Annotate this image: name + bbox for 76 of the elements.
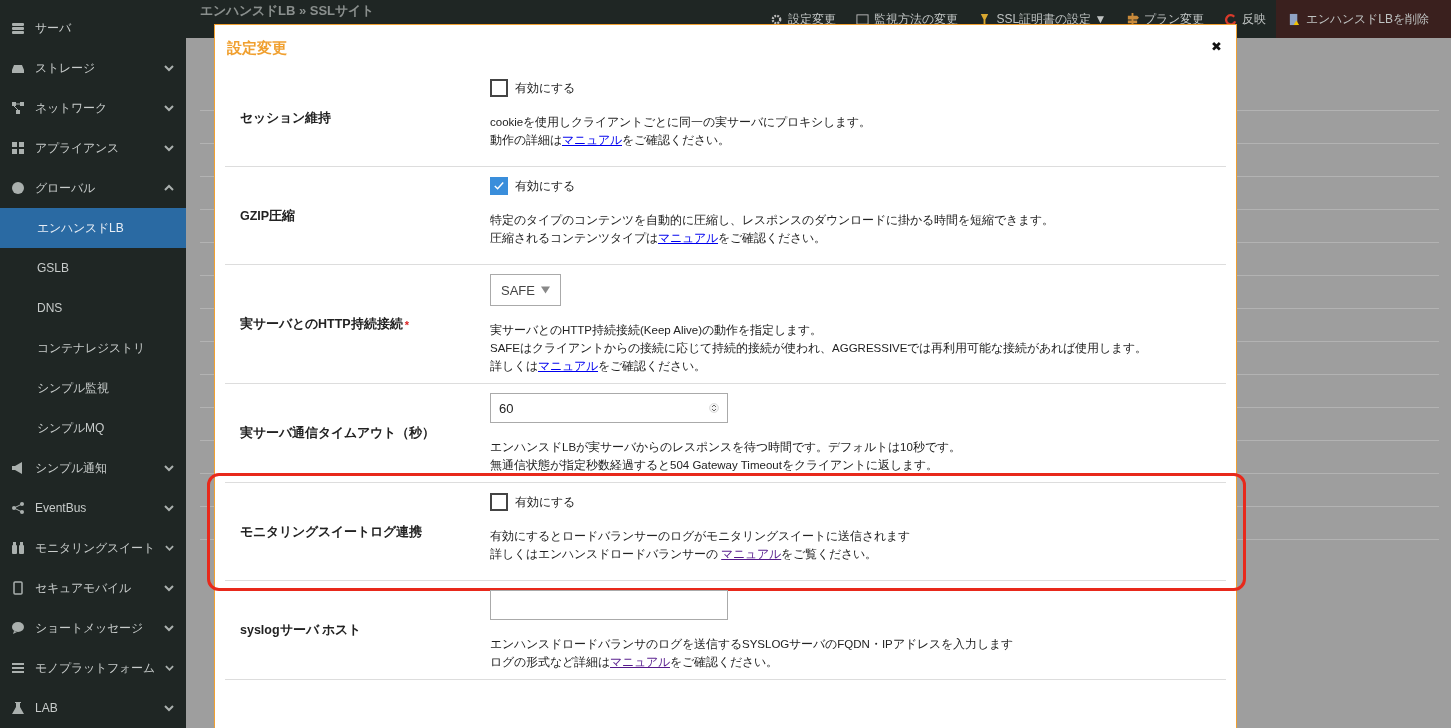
flask-icon xyxy=(11,701,25,715)
help-text: エンハンスドロードバランサのログを送信するSYSLOGサーバのFQDN・IPアドレスを入力します xyxy=(490,637,1014,652)
required-mark: * xyxy=(404,318,409,331)
sidebar-item[interactable]: モノプラットフォーム xyxy=(0,648,186,688)
sidebar-item[interactable]: セキュアモバイル xyxy=(0,568,186,608)
field-label: 実サーバ通信タイムアウト（秒） xyxy=(239,424,436,442)
sidebar-item[interactable]: EventBus xyxy=(0,488,186,528)
help-text: 詳しくはエンハンスドロードバランサーの マニュアルをご覧ください。 xyxy=(490,547,879,562)
refresh-icon xyxy=(1224,12,1238,26)
breadcrumb: エンハンスドLB » SSLサイト xyxy=(200,2,375,20)
help-text: SAFEはクライアントからの接続に応じて持続的接続が使われ、AGGRESSIVEでは再利用可能な接続があれば使用します。 xyxy=(490,341,1149,357)
field-label: モニタリングスイートログ連携 xyxy=(239,523,423,541)
stack-icon xyxy=(11,661,25,675)
sidebar-subitem[interactable]: シンプル監視 xyxy=(0,368,186,408)
sidebar-item[interactable]: サーバ xyxy=(0,8,186,48)
toolbar-button[interactable]: 監視方法の変更 xyxy=(846,0,969,38)
chat-bubble-icon xyxy=(11,621,25,635)
caret-icon xyxy=(540,286,550,294)
field-label: 実サーバとのHTTP持続接続 * xyxy=(239,315,410,333)
help-text: 実サーバとのHTTP持続接続(Keep Alive)の動作を指定します。 xyxy=(490,323,824,338)
phone-icon xyxy=(11,581,25,595)
help-text: 特定のタイプのコンテンツを自動的に圧縮し、レスポンスのダウンロードに掛かる時間を短縮できます。 xyxy=(490,213,1055,228)
checkbox-label: 有効にする xyxy=(515,493,575,511)
help-text: 有効にするとロードバランサーのログがモニタリングスイートに送信されます xyxy=(490,529,911,544)
binoculars-icon xyxy=(11,541,25,555)
help-text: 動作の詳細はマニュアルをご確認ください。 xyxy=(490,133,731,148)
help-text: 圧縮されるコンテンツタイプはマニュアルをご確認ください。 xyxy=(490,231,827,246)
sidebar-item[interactable]: ネットワーク xyxy=(0,88,186,128)
help-text: ログの形式など詳細はマニュアルをご確認ください。 xyxy=(490,655,779,671)
network-icon xyxy=(11,101,25,115)
toolbar-button[interactable]: 反映 xyxy=(1214,0,1277,38)
sidebar-subitem[interactable]: シンプルMQ xyxy=(0,408,186,448)
spinner-icon xyxy=(709,401,719,415)
checkbox[interactable] xyxy=(490,177,508,195)
field-label: GZIP圧縮 xyxy=(239,207,297,225)
help-text: 詳しくはマニュアルをご確認ください。 xyxy=(490,359,707,374)
toolbar-button[interactable]: エンハンスドLBを削除 xyxy=(1276,0,1451,38)
field-label: セッション維持 xyxy=(239,109,332,127)
manual-link[interactable]: マニュアル xyxy=(538,360,598,372)
sidebar-item[interactable]: LAB xyxy=(0,688,186,728)
monitor-icon xyxy=(856,12,870,26)
help-text: cookieを使用しクライアントごとに同一の実サーバにプロキシします。 xyxy=(490,115,873,130)
sidebar-subitem[interactable]: DNS xyxy=(0,288,186,328)
sidebar-item[interactable]: ストレージ xyxy=(0,48,186,88)
help-text: エンハンスドLBが実サーバからのレスポンスを待つ時間です。デフォルトは10秒です。 xyxy=(490,440,962,455)
checkbox[interactable] xyxy=(490,493,508,511)
text-input-field[interactable] xyxy=(490,590,728,620)
close-button[interactable]: ✖ xyxy=(1211,39,1222,54)
sidebar-item[interactable]: アプライアンス xyxy=(0,128,186,168)
toolbar-button[interactable]: SSL証明書の設定 ▼ xyxy=(968,0,1117,38)
sidebar-subitem[interactable]: GSLB xyxy=(0,248,186,288)
megaphone-icon xyxy=(11,461,25,475)
sidebar-item[interactable]: ショートメッセージ xyxy=(0,608,186,648)
field-label: syslogサーバ ホスト xyxy=(239,622,363,639)
sidebar-subitem[interactable]: コンテナレジストリ xyxy=(0,328,186,368)
delete-icon xyxy=(1288,12,1302,26)
dialog-title: 設定変更 xyxy=(227,39,287,58)
sidebar-subitem[interactable]: エンハンスドLB xyxy=(0,208,186,248)
checkbox-label: 有効にする xyxy=(515,177,575,195)
manual-link[interactable]: マニュアル xyxy=(658,232,718,244)
help-text: 無通信状態が指定秒数経過すると504 Gateway Timeoutをクライアントに返します。 xyxy=(490,458,939,473)
server-icon xyxy=(11,21,25,35)
manual-link[interactable]: マニュアル xyxy=(610,656,670,668)
number-input-field[interactable]: 60 xyxy=(490,393,728,423)
sidebar-item[interactable]: モニタリングスイート xyxy=(0,528,186,568)
checkbox[interactable] xyxy=(490,79,508,97)
share-icon xyxy=(11,501,25,515)
select-dropdown[interactable]: SAFE xyxy=(490,274,561,306)
sidebar-item[interactable]: グローバル xyxy=(0,168,186,208)
manual-link[interactable]: マニュアル xyxy=(721,548,782,560)
sidebar-item[interactable]: シンプル通知 xyxy=(0,448,186,488)
checkbox-label: 有効にする xyxy=(515,79,575,97)
grid-icon xyxy=(11,141,25,155)
gear-icon xyxy=(770,12,784,26)
toolbar-button[interactable]: 設定変更 xyxy=(760,0,847,38)
manual-link[interactable]: マニュアル xyxy=(562,134,622,146)
